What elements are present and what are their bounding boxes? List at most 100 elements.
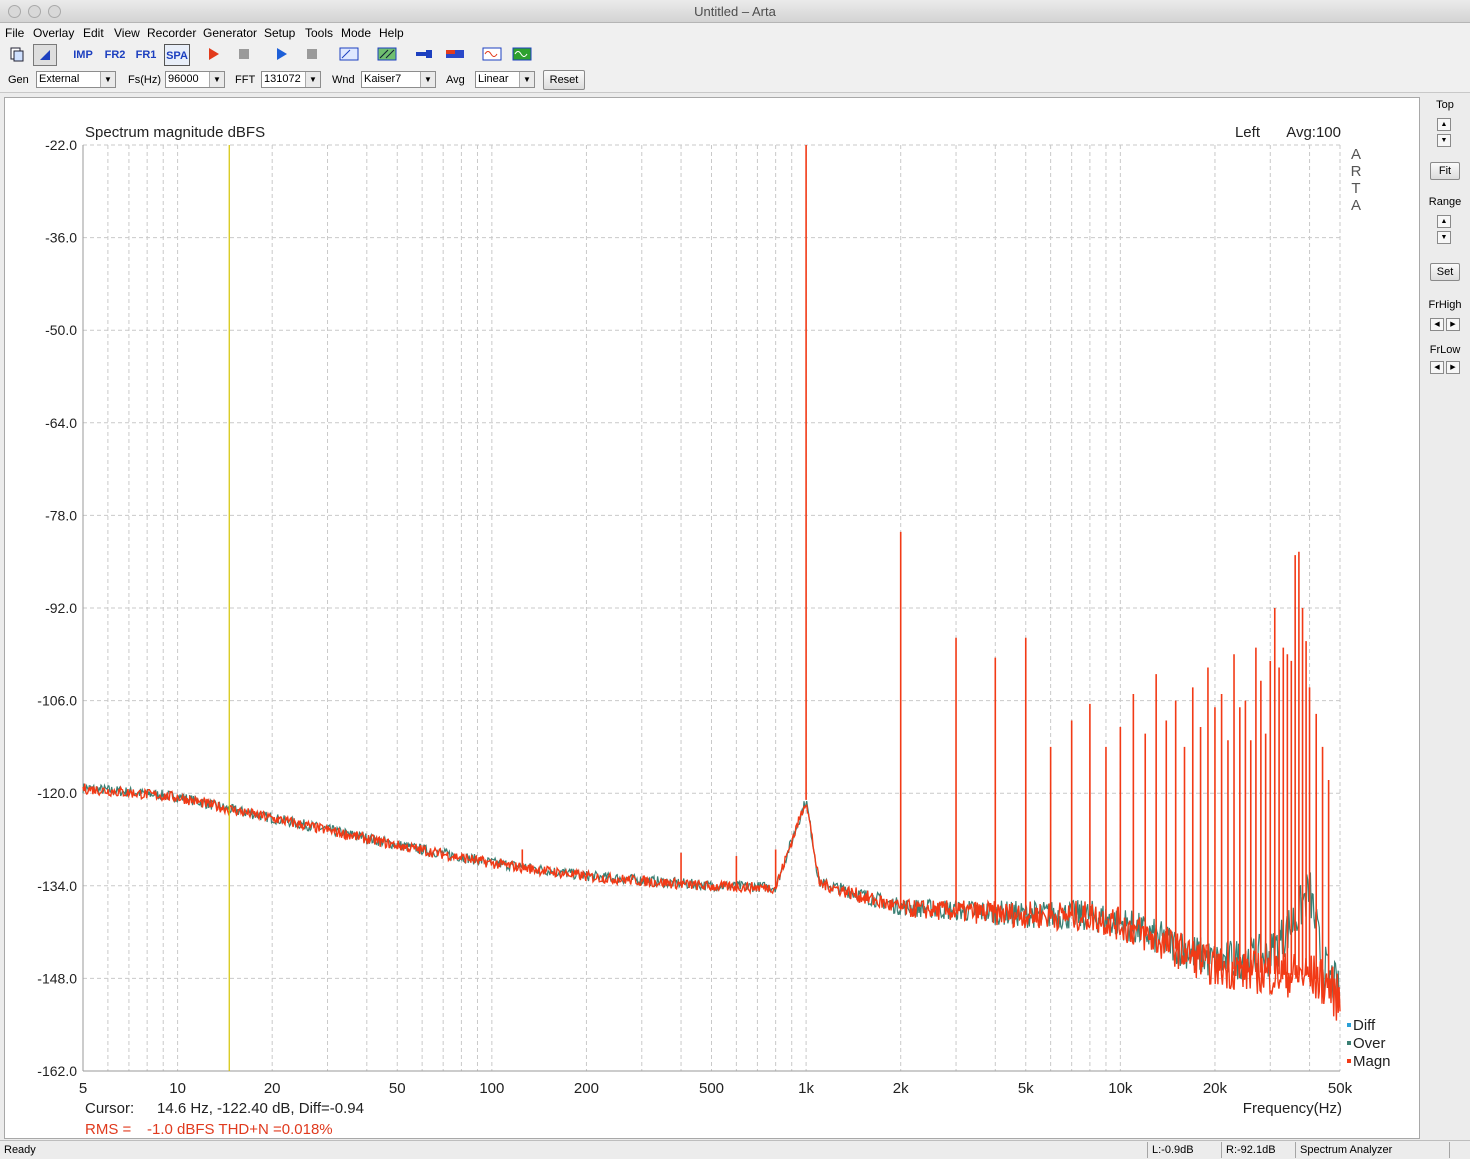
window-title: Untitled – Arta — [694, 4, 776, 19]
rms-readout-value: -1.0 dBFS THD+N =0.018% — [147, 1121, 333, 1138]
menu-recorder[interactable]: Recorder — [147, 26, 196, 40]
new-file-icon[interactable] — [5, 44, 29, 66]
y-tick-label: -22.0 — [45, 137, 77, 153]
legend-label-diff: Diff — [1353, 1017, 1376, 1034]
fr1-mode-button[interactable]: FR1 — [133, 44, 159, 66]
fft-label: FFT — [235, 74, 256, 86]
frlow-right-button[interactable]: ▶ — [1446, 361, 1460, 374]
gen-select-value: External — [39, 73, 80, 85]
status-bar: Ready L:-0.9dB R:-92.1dB Spectrum Analyz… — [0, 1140, 1470, 1159]
watermark-letter: T — [1351, 180, 1360, 197]
chevron-down-icon: ▼ — [100, 72, 115, 87]
top-label: Top — [1436, 99, 1454, 111]
rms-readout-label: RMS = — [85, 1121, 132, 1138]
cursor-readout-label: Cursor: — [85, 1100, 134, 1117]
range-down-button[interactable]: ▼ — [1437, 231, 1451, 244]
menu-overlay[interactable]: Overlay — [33, 26, 74, 40]
menu-edit[interactable]: Edit — [83, 26, 104, 40]
fit-button[interactable]: Fit — [1430, 162, 1460, 180]
x-tick-label: 5 — [79, 1080, 87, 1097]
frlow-label: FrLow — [1429, 344, 1461, 356]
generator-stop-icon[interactable] — [300, 44, 324, 66]
avg-select-value: Linear — [478, 73, 509, 85]
menu-tools[interactable]: Tools — [305, 26, 333, 40]
chart-hatch-icon[interactable] — [375, 44, 399, 66]
frhigh-label: FrHigh — [1428, 299, 1462, 311]
chart-title: Spectrum magnitude dBFS — [85, 124, 265, 141]
top-up-button[interactable]: ▲ — [1437, 118, 1451, 131]
x-axis-label: Frequency(Hz) — [1243, 1100, 1342, 1117]
fft-select-value: 131072 — [264, 73, 301, 85]
status-right-level: R:-92.1dB — [1221, 1142, 1295, 1158]
x-tick-label: 1k — [798, 1080, 814, 1097]
options-bar: Gen External ▼ Fs(Hz) 96000 ▼ FFT 131072… — [0, 68, 1470, 93]
reset-button[interactable]: Reset — [543, 70, 585, 90]
avg-select[interactable]: Linear ▼ — [475, 71, 535, 88]
x-tick-label: 2k — [893, 1080, 909, 1097]
menu-file[interactable]: File — [5, 26, 24, 40]
fs-select[interactable]: 96000 ▼ — [165, 71, 225, 88]
generator-play-icon[interactable] — [269, 44, 293, 66]
x-tick-label: 200 — [574, 1080, 599, 1097]
wnd-select-value: Kaiser7 — [364, 73, 402, 85]
overlay-icon[interactable] — [33, 44, 57, 66]
record-play-icon[interactable] — [201, 44, 225, 66]
chevron-down-icon: ▼ — [209, 72, 224, 87]
spectrum-chart[interactable]: -22.0 -36.0 -50.0 -64.0 -78.0 -92.0 -106.0 -120… — [5, 98, 1419, 1138]
menu-setup[interactable]: Setup — [264, 26, 295, 40]
avg-label: Avg:100 — [1286, 124, 1341, 141]
x-tick-label: 20k — [1203, 1080, 1228, 1097]
set-button[interactable]: Set — [1430, 263, 1460, 281]
calibration-icon[interactable] — [443, 44, 467, 66]
watermark-letter: R — [1351, 163, 1362, 180]
connector-icon[interactable] — [412, 44, 436, 66]
frhigh-right-button[interactable]: ▶ — [1446, 318, 1460, 331]
x-tick-label: 20 — [264, 1080, 281, 1097]
chevron-down-icon: ▼ — [305, 72, 320, 87]
top-down-button[interactable]: ▼ — [1437, 134, 1451, 147]
frlow-left-button[interactable]: ◀ — [1430, 361, 1444, 374]
x-tick-label: 50 — [389, 1080, 406, 1097]
x-tick-label: 10 — [169, 1080, 186, 1097]
y-tick-label: -134.0 — [37, 878, 77, 894]
abc-icon[interactable] — [337, 44, 361, 66]
side-panel: Top ▲ ▼ Fit Range ▲ ▼ Set FrHigh ◀ ▶ FrL… — [1422, 94, 1470, 1139]
legend-label-magn: Magn — [1353, 1053, 1391, 1070]
channel-label: Left — [1235, 124, 1261, 141]
range-up-button[interactable]: ▲ — [1437, 215, 1451, 228]
x-tick-label: 10k — [1108, 1080, 1133, 1097]
toolbar: IMP FR2 FR1 SPA — [0, 42, 1470, 68]
frhigh-left-button[interactable]: ◀ — [1430, 318, 1444, 331]
watermark-letter: A — [1351, 146, 1361, 163]
imp-mode-button[interactable]: IMP — [70, 44, 96, 66]
signal-wave-icon[interactable] — [480, 44, 504, 66]
legend-swatch-magn — [1347, 1059, 1351, 1063]
avg-label: Avg — [446, 74, 465, 86]
spa-mode-button[interactable]: SPA — [164, 44, 190, 66]
legend-swatch-diff — [1347, 1023, 1351, 1027]
range-label: Range — [1428, 196, 1462, 208]
menu-mode[interactable]: Mode — [341, 26, 371, 40]
scope-icon[interactable] — [510, 44, 534, 66]
watermark-letter: A — [1351, 197, 1361, 214]
cursor-readout-value: 14.6 Hz, -122.40 dB, Diff=-0.94 — [157, 1100, 364, 1117]
fr2-mode-button[interactable]: FR2 — [102, 44, 128, 66]
x-tick-label: 100 — [479, 1080, 504, 1097]
spectrum-plot[interactable]: -22.0 -36.0 -50.0 -64.0 -78.0 -92.0 -106.0 -120… — [4, 97, 1420, 1139]
chevron-down-icon: ▼ — [420, 72, 435, 87]
y-tick-label: -50.0 — [45, 322, 77, 338]
legend-swatch-over — [1347, 1041, 1351, 1045]
status-mode: Spectrum Analyzer — [1295, 1142, 1450, 1158]
y-tick-label: -162.0 — [37, 1063, 77, 1079]
y-tick-label: -64.0 — [45, 415, 77, 431]
fs-label: Fs(Hz) — [128, 74, 161, 86]
y-tick-label: -148.0 — [37, 970, 77, 986]
menu-help[interactable]: Help — [379, 26, 404, 40]
menu-generator[interactable]: Generator — [203, 26, 257, 40]
menu-view[interactable]: View — [114, 26, 140, 40]
fft-select[interactable]: 131072 ▼ — [261, 71, 321, 88]
record-stop-icon[interactable] — [232, 44, 256, 66]
wnd-select[interactable]: Kaiser7 ▼ — [361, 71, 436, 88]
y-tick-label: -120.0 — [37, 785, 77, 801]
gen-select[interactable]: External ▼ — [36, 71, 116, 88]
